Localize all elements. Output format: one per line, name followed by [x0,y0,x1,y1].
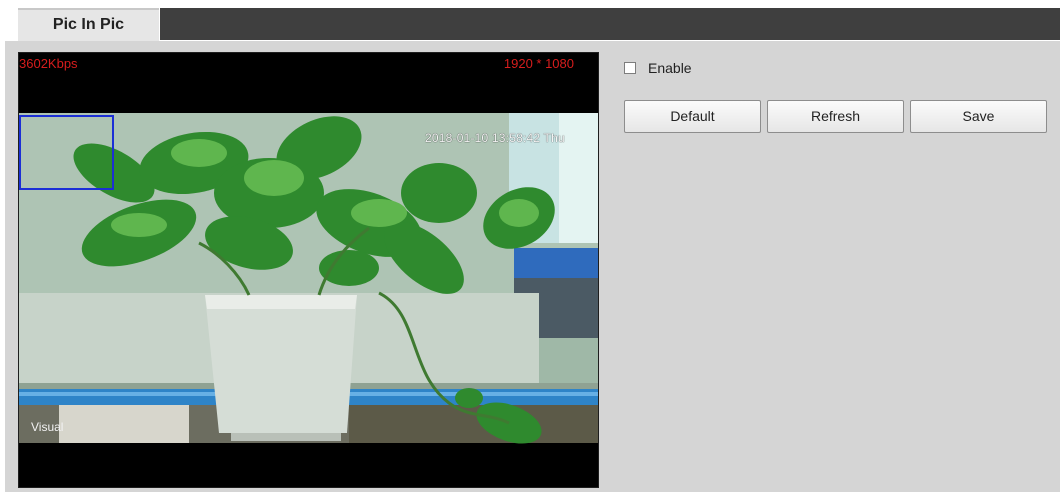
tab-bar: Pic In Pic [0,8,1060,41]
video-preview[interactable]: 3602Kbps 1920 * 1080 2018-01-10 13:58:42… [18,52,599,488]
enable-row: Enable [624,58,692,78]
timestamp-overlay: 2018-01-10 13:58:42 Thu [425,131,565,145]
bitrate-readout: 3602Kbps [19,56,78,71]
resolution-readout: 1920 * 1080 [503,56,574,71]
enable-label: Enable [648,60,692,76]
default-button[interactable]: Default [624,100,761,133]
pip-region-box[interactable] [19,115,114,190]
tab-strip [160,8,1060,40]
save-button[interactable]: Save [910,100,1047,133]
channel-label: Visual [31,420,64,434]
main-panel: 3602Kbps 1920 * 1080 2018-01-10 13:58:42… [5,41,1060,492]
refresh-button[interactable]: Refresh [767,100,904,133]
enable-checkbox[interactable] [624,62,636,74]
tab-pic-in-pic[interactable]: Pic In Pic [18,8,159,41]
